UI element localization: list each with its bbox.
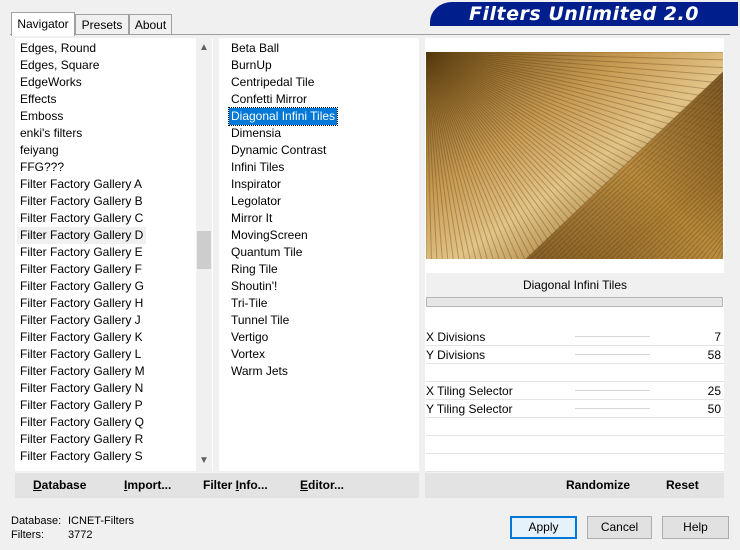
filter-item[interactable]: Dynamic Contrast [231,142,326,159]
filter-item[interactable]: Tri-Tile [231,295,267,312]
category-item[interactable]: Filter Factory Gallery N [20,380,143,397]
category-list[interactable]: Edges, Round Edges, Square EdgeWorks Effect… [15,38,213,471]
reset-button[interactable]: Reset [666,473,699,498]
param-slider[interactable]: Y Tiling Selector 50 [426,400,724,418]
editor-button[interactable]: Editor... [300,473,344,498]
filters-count-value: 3772 [68,529,93,541]
filter-item[interactable]: Legolator [231,193,281,210]
category-item[interactable]: EdgeWorks [20,74,82,91]
category-item[interactable]: Effects [20,91,56,108]
category-item[interactable]: Filter Factory Gallery G [20,278,144,295]
filter-item[interactable]: Inspirator [231,176,281,193]
filter-item[interactable]: Infini Tiles [231,159,284,176]
filter-item[interactable]: Warm Jets [231,363,288,380]
category-item[interactable]: Filter Factory Gallery F [20,261,142,278]
progress-bar [426,297,723,307]
param-label: Y Divisions [426,348,486,362]
category-item[interactable]: Filter Factory Gallery H [20,295,143,312]
category-item[interactable]: Edges, Square [20,57,99,74]
filter-item[interactable]: Beta Ball [231,40,279,57]
filter-item[interactable]: Ring Tile [231,261,278,278]
empty-param-row [426,418,724,436]
cancel-button[interactable]: Cancel [587,516,652,539]
param-value: 25 [707,384,721,398]
filter-item[interactable]: Centripedal Tile [231,74,314,91]
category-item[interactable]: Filter Factory Gallery P [20,397,143,414]
filter-item[interactable]: Vertigo [231,329,268,346]
filter-item[interactable]: MovingScreen [231,227,308,244]
apply-button[interactable]: Apply [510,516,577,539]
filter-item[interactable]: Shoutin'! [231,278,277,295]
category-item[interactable]: Filter Factory Gallery D [17,227,147,244]
import-button[interactable]: Import... [124,473,171,498]
filter-preview-image [426,52,723,259]
filter-item[interactable]: Tunnel Tile [231,312,289,329]
category-item[interactable]: Filter Factory Gallery Q [20,414,144,431]
filter-info-button[interactable]: Filter Info... [203,473,268,498]
selected-filter-name: Diagonal Infini Tiles [426,273,724,297]
slider-track[interactable] [575,336,650,337]
param-slider[interactable]: Y Divisions 58 [426,346,724,364]
filter-item[interactable]: Vortex [231,346,265,363]
category-item[interactable]: Filter Factory Gallery C [20,210,143,227]
category-item[interactable]: Filter Factory Gallery S [20,448,143,465]
category-item[interactable]: Filter Factory Gallery J [20,312,141,329]
filter-list[interactable]: Beta Ball BurnUp Centripedal Tile Confetti … [219,38,419,471]
category-item[interactable]: Emboss [20,108,63,125]
category-item[interactable]: Filter Factory Gallery L [20,346,141,363]
category-scrollbar[interactable]: ▲ ▼ [196,38,212,471]
row-divider [426,381,724,382]
banner-title: Filters Unlimited 2.0 [469,3,699,25]
param-label: Y Tiling Selector [426,402,513,416]
param-value: 50 [707,402,721,416]
param-slider[interactable]: X Tiling Selector 25 [426,382,724,400]
tab-presets[interactable]: Presets [75,14,129,34]
database-button[interactable]: Database [33,473,86,498]
category-item[interactable]: Filter Factory Gallery R [20,431,143,448]
category-item[interactable]: enki's filters [20,125,82,142]
tab-about[interactable]: About [129,14,172,34]
filter-item[interactable]: BurnUp [231,57,272,74]
slider-track[interactable] [575,390,650,391]
filter-item[interactable]: Quantum Tile [231,244,302,261]
param-label: X Tiling Selector [426,384,513,398]
tab-divider [10,34,730,35]
help-button[interactable]: Help [662,516,729,539]
category-item[interactable]: Filter Factory Gallery M [20,363,145,380]
empty-param-row [426,454,724,472]
filter-item[interactable]: Diagonal Infini Tiles [227,107,339,126]
slider-track[interactable] [575,408,650,409]
filter-item[interactable]: Confetti Mirror [231,91,307,108]
left-toolbar: Database Import... Filter Info... Editor… [15,473,419,498]
scroll-down-icon[interactable]: ▼ [196,453,212,469]
empty-param-row [426,364,724,382]
empty-param-row [426,436,724,454]
category-item[interactable]: feiyang [20,142,59,159]
filter-item[interactable]: Mirror It [231,210,272,227]
param-slider[interactable]: X Divisions 7 [426,328,724,346]
category-item[interactable]: Filter Factory Gallery B [20,193,143,210]
right-toolbar: Randomize Reset [425,473,724,498]
database-label: Database: [11,515,62,527]
row-divider [426,471,724,472]
filters-count-label: Filters: [11,529,44,541]
slider-track[interactable] [575,354,650,355]
scroll-up-icon[interactable]: ▲ [196,40,212,56]
category-item[interactable]: Filter Factory Gallery E [20,244,143,261]
param-value: 7 [714,330,721,344]
param-label: X Divisions [426,330,486,344]
category-item[interactable]: Filter Factory Gallery A [20,176,142,193]
category-item[interactable]: FFG??? [20,159,64,176]
param-value: 58 [707,348,721,362]
randomize-button[interactable]: Randomize [566,473,630,498]
scroll-thumb[interactable] [197,231,211,269]
filter-item[interactable]: Dimensia [231,125,281,142]
category-item[interactable]: Filter Factory Gallery K [20,329,143,346]
database-value: ICNET-Filters [68,515,134,527]
tab-navigator[interactable]: Navigator [11,12,75,36]
title-banner: Filters Unlimited 2.0 [430,2,738,26]
category-item[interactable]: Edges, Round [20,40,96,57]
